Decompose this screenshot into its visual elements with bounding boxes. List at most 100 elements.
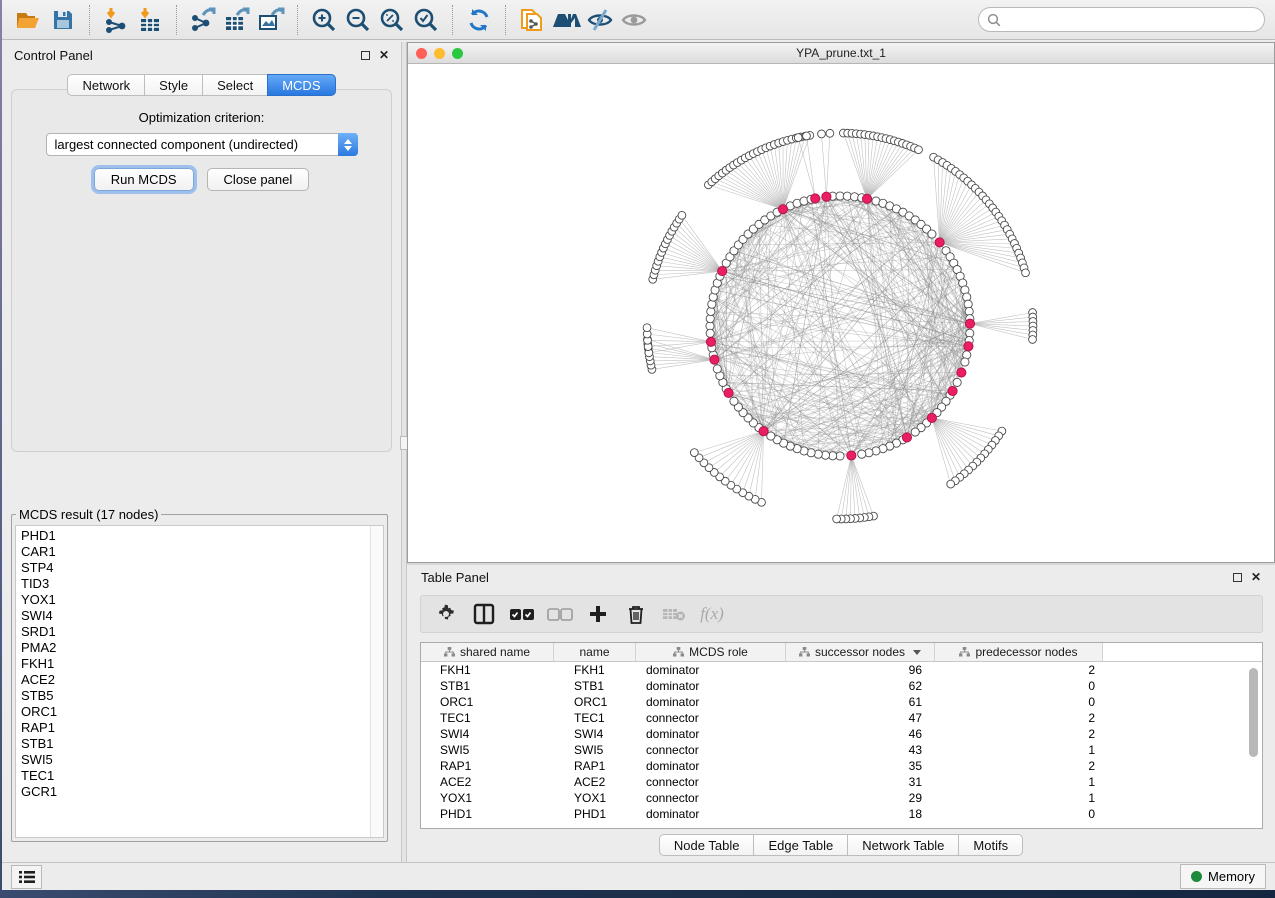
open-session-icon[interactable] [12, 5, 46, 35]
task-history-button[interactable] [11, 865, 42, 889]
table-row[interactable]: ACE2ACE2connector311 [421, 774, 1262, 790]
graph-node[interactable] [818, 130, 826, 138]
graph-node[interactable] [928, 230, 936, 238]
select-all-icon[interactable] [507, 600, 537, 628]
mcds-result-item[interactable]: PHD1 [21, 528, 383, 544]
mcds-graph-node[interactable] [718, 266, 727, 275]
import-table-icon[interactable] [133, 5, 167, 35]
add-column-icon[interactable] [583, 600, 613, 628]
table-settings-gear-icon[interactable] [431, 600, 461, 628]
graph-node[interactable] [915, 146, 923, 154]
table-row[interactable]: FKH1FKH1dominator962 [421, 662, 1262, 678]
mcds-graph-node[interactable] [965, 319, 974, 328]
mcds-result-item[interactable]: PMA2 [21, 640, 383, 656]
mcds-graph-node[interactable] [822, 192, 831, 201]
graph-node[interactable] [833, 515, 841, 523]
mcds-result-item[interactable]: STB1 [21, 736, 383, 752]
tab-select[interactable]: Select [202, 74, 267, 96]
network-graph[interactable] [408, 64, 1274, 562]
mcds-graph-node[interactable] [759, 427, 768, 436]
mcds-graph-node[interactable] [902, 433, 911, 442]
graph-node[interactable] [690, 449, 698, 457]
graph-node[interactable] [911, 428, 919, 436]
mcds-graph-node[interactable] [724, 388, 733, 397]
graph-node[interactable] [858, 450, 866, 458]
mcds-result-item[interactable]: SRD1 [21, 624, 383, 640]
refresh-icon[interactable] [462, 5, 496, 35]
mcds-result-item[interactable]: STB5 [21, 688, 383, 704]
mcds-graph-node[interactable] [957, 368, 966, 377]
save-session-icon[interactable] [46, 5, 80, 35]
column-header-shared-name[interactable]: shared name [421, 643, 554, 661]
table-row[interactable]: ORC1ORC1dominator610 [421, 694, 1262, 710]
table-row[interactable]: TEC1TEC1connector472 [421, 710, 1262, 726]
table-row[interactable]: SWI5SWI5connector431 [421, 742, 1262, 758]
mcds-graph-node[interactable] [710, 355, 719, 364]
graph-node[interactable] [953, 378, 961, 386]
mcds-result-item[interactable]: CAR1 [21, 544, 383, 560]
column-header-predecessor-nodes[interactable]: predecessor nodes [935, 643, 1103, 661]
mcds-result-item[interactable]: TEC1 [21, 768, 383, 784]
mcds-graph-node[interactable] [847, 451, 856, 460]
mcds-result-item[interactable]: RAP1 [21, 720, 383, 736]
mcds-result-item[interactable]: ACE2 [21, 672, 383, 688]
graph-node[interactable] [730, 397, 738, 405]
tab-network-table[interactable]: Network Table [847, 834, 958, 856]
tab-edge-table[interactable]: Edge Table [753, 834, 847, 856]
search-network-icon[interactable] [549, 5, 583, 35]
graph-node[interactable] [794, 134, 802, 142]
show-columns-icon[interactable] [469, 600, 499, 628]
mcds-graph-node[interactable] [778, 205, 787, 214]
graph-node[interactable] [1022, 269, 1030, 277]
graph-node[interactable] [706, 329, 714, 337]
delete-column-icon[interactable] [621, 600, 651, 628]
table-row[interactable]: SWI4SWI4dominator462 [421, 726, 1262, 742]
criterion-dropdown[interactable]: largest connected component (undirected) [46, 133, 358, 156]
list-scrollbar-track[interactable] [370, 526, 383, 837]
network-canvas[interactable] [408, 64, 1274, 562]
column-header-name[interactable]: name [554, 643, 636, 661]
export-image-icon[interactable] [254, 5, 288, 35]
close-panel-icon[interactable]: ✕ [379, 49, 389, 61]
mcds-graph-node[interactable] [862, 194, 871, 203]
zoom-selected-icon[interactable] [409, 5, 443, 35]
delete-table-icon[interactable] [659, 600, 689, 628]
deselect-all-icon[interactable] [545, 600, 575, 628]
hide-selected-icon[interactable] [583, 5, 617, 35]
function-builder-icon[interactable]: f(x) [697, 600, 727, 628]
search-input[interactable] [1001, 13, 1256, 27]
export-table-icon[interactable] [220, 5, 254, 35]
tab-motifs[interactable]: Motifs [958, 834, 1023, 856]
export-network-icon[interactable] [186, 5, 220, 35]
tab-style[interactable]: Style [144, 74, 202, 96]
run-mcds-button[interactable]: Run MCDS [94, 168, 194, 191]
graph-node[interactable] [643, 324, 651, 332]
float-panel-icon[interactable] [361, 51, 370, 60]
mcds-result-item[interactable]: ORC1 [21, 704, 383, 720]
table-row[interactable]: YOX1YOX1connector291 [421, 790, 1262, 806]
tab-mcds[interactable]: MCDS [267, 74, 335, 96]
mcds-result-list[interactable]: PHD1CAR1STP4TID3YOX1SWI4SRD1PMA2FKH1ACE2… [15, 525, 384, 838]
import-network-icon[interactable] [99, 5, 133, 35]
network-window-titlebar[interactable]: YPA_prune.txt_1 [408, 43, 1274, 64]
column-header-successor-nodes[interactable]: successor nodes [786, 643, 935, 661]
mcds-result-item[interactable]: YOX1 [21, 592, 383, 608]
mcds-graph-node[interactable] [927, 413, 936, 422]
table-row[interactable]: STB1STB1dominator620 [421, 678, 1262, 694]
graph-node[interactable] [1029, 336, 1037, 344]
search-box[interactable] [978, 7, 1265, 32]
clone-network-icon[interactable] [515, 5, 549, 35]
mcds-result-item[interactable]: SWI4 [21, 608, 383, 624]
mcds-result-item[interactable]: GCR1 [21, 784, 383, 800]
graph-node[interactable] [713, 365, 721, 373]
mcds-graph-node[interactable] [935, 238, 944, 247]
graph-node[interactable] [803, 132, 811, 140]
table-row[interactable]: PHD1PHD1dominator180 [421, 806, 1262, 822]
float-table-panel-icon[interactable] [1233, 573, 1242, 582]
zoom-fit-icon[interactable] [375, 5, 409, 35]
mcds-result-item[interactable]: STP4 [21, 560, 383, 576]
mcds-graph-node[interactable] [706, 337, 715, 346]
graph-node[interactable] [961, 358, 969, 366]
mcds-graph-node[interactable] [948, 386, 957, 395]
graph-node[interactable] [678, 211, 686, 219]
